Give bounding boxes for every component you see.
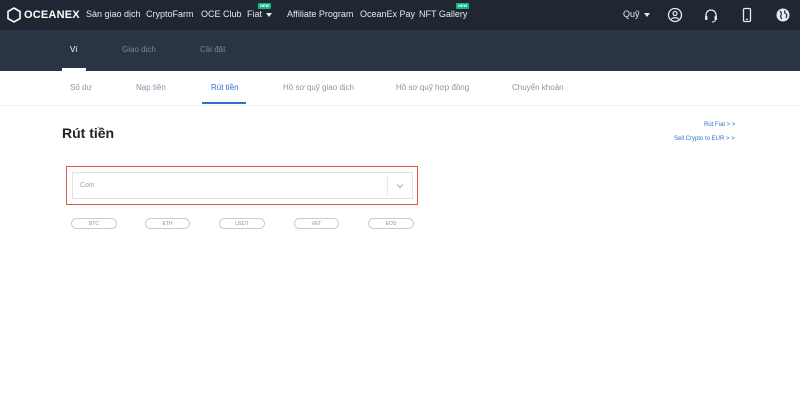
sell-crypto-link[interactable]: Sell Crypto to EUR > > xyxy=(674,136,735,142)
coin-select[interactable]: Coin xyxy=(72,172,413,199)
subheader-tab-wallet[interactable]: Ví xyxy=(70,45,78,54)
new-badge: NEW xyxy=(456,3,470,9)
nav-item-fiat-label: Fiat xyxy=(247,9,263,19)
nav-item-exchange[interactable]: Sàn giao dịch xyxy=(86,9,141,19)
nav-item-oce-club[interactable]: OCE Club xyxy=(201,9,242,19)
tab-withdraw[interactable]: Rút tiền xyxy=(211,83,239,92)
withdraw-fiat-link[interactable]: Rút Fiat > > xyxy=(704,122,735,128)
fund-menu-label: Quỹ xyxy=(623,9,640,19)
quick-coin-vet[interactable]: VET xyxy=(294,218,339,229)
account-subheader: Ví Giao dịch Cài đặt xyxy=(0,30,800,71)
coin-select-placeholder: Coin xyxy=(80,182,95,189)
nav-item-oceanex-pay[interactable]: OceanEx Pay xyxy=(360,9,415,19)
globe-icon[interactable] xyxy=(775,7,791,23)
brand-name: OCEANEX xyxy=(24,9,80,21)
coin-select-highlight: Coin xyxy=(66,166,418,205)
chevron-down-icon xyxy=(643,12,650,17)
top-navbar: OCEANEX Sàn giao dịch CryptoFarm OCE Clu… xyxy=(0,0,800,30)
nav-item-nft-gallery[interactable]: NFT Gallery xyxy=(419,9,467,19)
quick-coin-eos[interactable]: EOS xyxy=(368,218,414,229)
wallet-tabs: Số dư Nạp tiền Rút tiền Hồ sơ quỹ giao d… xyxy=(0,71,800,106)
quick-coin-btc[interactable]: BTC xyxy=(71,218,117,229)
select-divider xyxy=(387,176,388,196)
active-tab-indicator xyxy=(202,102,246,104)
tab-trading-fund-records[interactable]: Hồ sơ quỹ giao dịch xyxy=(283,83,354,92)
chevron-down-icon xyxy=(266,12,273,17)
page-title: Rút tiền xyxy=(62,125,115,141)
nav-item-fiat[interactable]: Fiat xyxy=(247,9,273,19)
quick-coin-usdt[interactable]: USDT xyxy=(219,218,265,229)
subheader-tab-trading[interactable]: Giao dịch xyxy=(122,45,156,54)
tab-balance[interactable]: Số dư xyxy=(70,83,92,92)
headset-icon[interactable] xyxy=(703,7,719,23)
nav-item-cryptofarm[interactable]: CryptoFarm xyxy=(146,9,194,19)
oceanex-logo-icon xyxy=(7,7,21,23)
mobile-phone-icon[interactable] xyxy=(739,7,755,23)
new-badge: NEW xyxy=(258,3,272,9)
nav-item-affiliate[interactable]: Affiliate Program xyxy=(287,9,353,19)
fund-menu[interactable]: Quỹ xyxy=(623,9,650,19)
brand-logo[interactable]: OCEANEX xyxy=(6,6,80,24)
tab-deposit[interactable]: Nạp tiền xyxy=(136,83,166,92)
user-icon[interactable] xyxy=(667,7,683,23)
tab-transfer[interactable]: Chuyển khoản xyxy=(512,83,564,92)
quick-coin-eth[interactable]: ETH xyxy=(145,218,190,229)
tab-contract-fund-records[interactable]: Hồ sơ quỹ hợp đồng xyxy=(396,83,469,92)
subheader-tab-settings[interactable]: Cài đặt xyxy=(200,45,225,54)
chevron-down-icon[interactable] xyxy=(395,181,405,191)
